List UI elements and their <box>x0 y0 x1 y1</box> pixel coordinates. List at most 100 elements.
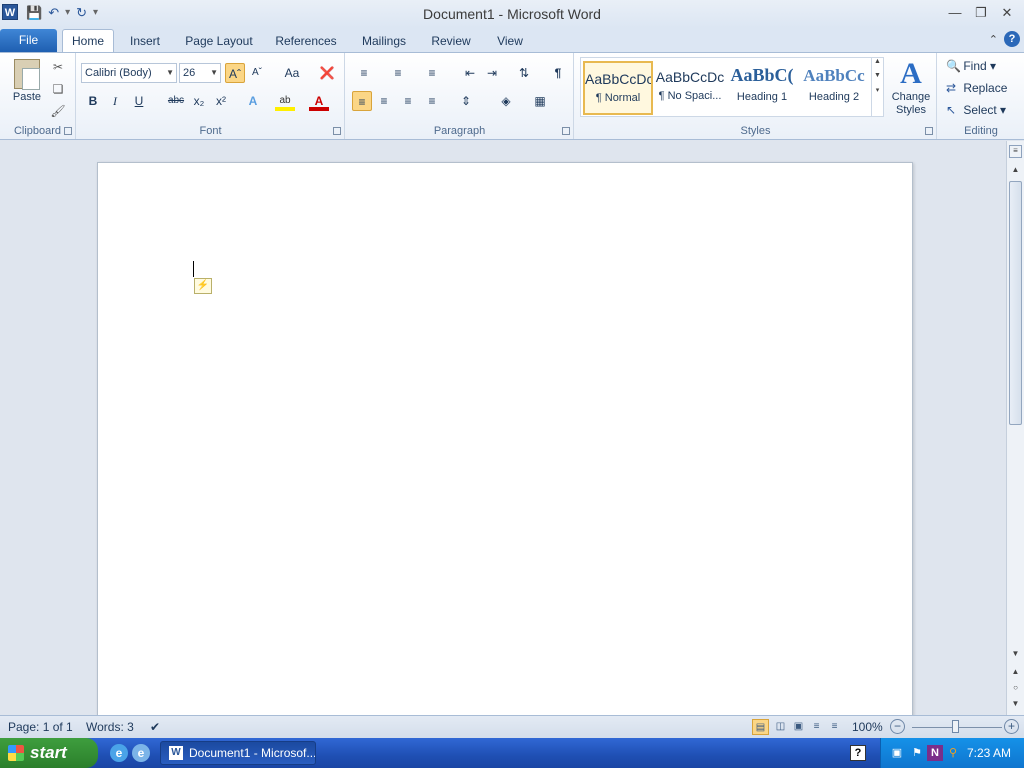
format-painter-icon[interactable]: 🖌 <box>50 103 66 119</box>
cut-icon[interactable]: ✂ <box>50 59 66 75</box>
align-right-icon[interactable]: ≡ <box>398 91 418 111</box>
document-page[interactable]: ⚡ <box>97 162 913 722</box>
underline-button[interactable]: U <box>129 91 149 111</box>
strikethrough-button[interactable]: abc <box>165 91 187 111</box>
copy-icon[interactable]: ❏ <box>50 81 66 97</box>
full-screen-reading-icon[interactable]: ◫ <box>772 719 789 735</box>
style-normal[interactable]: AaBbCcDc ¶ Normal <box>583 61 653 115</box>
help-question-icon[interactable]: ? <box>850 745 866 761</box>
line-spacing-icon[interactable]: ⇕ <box>456 91 476 111</box>
font-name-combo[interactable]: Calibri (Body) ▼ <box>81 63 177 83</box>
shading-icon[interactable]: ◈ <box>496 91 516 111</box>
security-icon[interactable]: ⚑ <box>909 745 925 761</box>
replace-button[interactable]: ⇄ Replace <box>946 81 1007 99</box>
binoculars-icon: 🔍 <box>946 59 961 73</box>
subscript-button[interactable]: x₂ <box>189 91 209 111</box>
window-title: Document1 - Microsoft Word <box>423 6 601 22</box>
change-styles-button[interactable]: A Change Styles <box>888 57 934 119</box>
tab-references[interactable]: References <box>272 32 340 52</box>
page-count[interactable]: Page: 1 of 1 <box>8 720 73 734</box>
zoom-in-icon[interactable]: + <box>1004 719 1019 734</box>
minimize-button[interactable]: — <box>944 3 966 23</box>
bold-button[interactable]: B <box>83 91 103 111</box>
tab-page-layout[interactable]: Page Layout <box>182 32 256 52</box>
tab-insert[interactable]: Insert <box>124 32 166 52</box>
zoom-level[interactable]: 100% <box>852 720 883 734</box>
styles-gallery-scroll[interactable]: ▲ ▼ ▾ <box>871 58 883 116</box>
italic-button[interactable]: I <box>105 91 125 111</box>
styles-launcher-icon[interactable] <box>925 127 933 135</box>
show-desktop-icon[interactable]: e <box>132 744 150 762</box>
vertical-scrollbar[interactable]: ≡ ▲ ▼ ▲ ○ ▼ <box>1006 141 1024 715</box>
taskbar-word-window[interactable]: W Document1 - Microsof... <box>160 741 316 765</box>
grow-font-button[interactable]: Aˆ <box>225 63 245 83</box>
style-no-spacing[interactable]: AaBbCcDc ¶ No Spaci... <box>655 61 725 115</box>
select-button[interactable]: ↖ Select ▾ <box>946 103 1006 121</box>
search-icon[interactable]: ⚲ <box>945 745 961 761</box>
scroll-up-icon[interactable]: ▲ <box>1007 165 1024 174</box>
font-color-icon[interactable]: A <box>309 91 329 111</box>
browse-object-icon[interactable]: ○ <box>1007 683 1024 692</box>
print-layout-icon[interactable]: ▤ <box>752 719 769 735</box>
view-ruler-icon[interactable]: ≡ <box>1009 145 1022 158</box>
zoom-out-icon[interactable]: − <box>890 719 905 734</box>
proofing-icon[interactable]: ✔ <box>150 720 160 734</box>
next-page-icon[interactable]: ▼ <box>1007 699 1024 708</box>
find-label: Find <box>963 59 987 73</box>
clipboard-launcher-icon[interactable] <box>64 127 72 135</box>
paste-options-icon[interactable]: ⚡ <box>194 278 212 294</box>
shrink-font-button[interactable]: Aˇ <box>247 63 267 83</box>
network-icon[interactable]: ▣ <box>889 745 905 761</box>
align-center-icon[interactable]: ≡ <box>374 91 394 111</box>
text-effects-icon[interactable]: A <box>243 91 263 111</box>
paragraph-launcher-icon[interactable] <box>562 127 570 135</box>
help-icon[interactable]: ? <box>1004 31 1020 47</box>
paste-label: Paste <box>12 91 42 103</box>
find-button[interactable]: 🔍 Find ▾ <box>946 59 996 77</box>
show-formatting-icon[interactable]: ¶ <box>548 63 568 83</box>
start-button[interactable]: start <box>0 738 98 768</box>
font-size-combo[interactable]: 26 ▼ <box>179 63 221 83</box>
borders-icon[interactable]: ▦ <box>530 91 550 111</box>
decrease-indent-icon[interactable]: ⇤ <box>460 63 480 83</box>
scroll-thumb[interactable] <box>1009 181 1022 425</box>
tab-home[interactable]: Home <box>62 29 114 53</box>
bullets-icon[interactable]: ≡ <box>354 63 374 83</box>
outline-icon[interactable]: ≡ <box>808 719 825 735</box>
cursor-icon: ↖ <box>946 103 957 117</box>
tab-review[interactable]: Review <box>428 32 474 52</box>
chevron-down-icon: ▼ <box>166 68 174 77</box>
style-heading-1[interactable]: AaBbC( Heading 1 <box>727 61 797 115</box>
tab-file[interactable]: File <box>0 29 57 52</box>
increase-indent-icon[interactable]: ⇥ <box>482 63 502 83</box>
close-button[interactable]: ✕ <box>996 3 1018 23</box>
onenote-icon[interactable]: N <box>927 745 943 761</box>
minimize-ribbon-icon[interactable]: ⌃ <box>989 33 998 46</box>
justify-icon[interactable]: ≡ <box>422 91 442 111</box>
web-layout-icon[interactable]: ▣ <box>790 719 807 735</box>
tab-view[interactable]: View <box>492 32 528 52</box>
sort-icon[interactable]: ⇅ <box>514 63 534 83</box>
clock[interactable]: 7:23 AM <box>967 746 1011 760</box>
internet-explorer-icon[interactable]: e <box>110 744 128 762</box>
previous-page-icon[interactable]: ▲ <box>1007 667 1024 676</box>
word-count[interactable]: Words: 3 <box>86 720 134 734</box>
multilevel-list-icon[interactable]: ≡ <box>422 63 442 83</box>
align-left-icon[interactable]: ≡ <box>352 91 372 111</box>
clear-formatting-icon[interactable]: ❌ <box>317 63 337 83</box>
style-heading-2[interactable]: AaBbCc Heading 2 <box>799 61 869 115</box>
scroll-down-icon[interactable]: ▼ <box>1007 649 1024 658</box>
tab-mailings[interactable]: Mailings <box>356 32 412 52</box>
select-label: Select <box>963 103 997 117</box>
draft-icon[interactable]: ≡ <box>826 719 843 735</box>
font-group: Calibri (Body) ▼ 26 ▼ Aˆ Aˇ Aa ❌ B I U a… <box>77 53 345 139</box>
zoom-slider-thumb[interactable] <box>952 720 959 733</box>
font-launcher-icon[interactable] <box>333 127 341 135</box>
restore-button[interactable]: ❐ <box>970 3 992 23</box>
numbering-icon[interactable]: ≡ <box>388 63 408 83</box>
paste-button[interactable]: Paste <box>8 57 46 115</box>
highlight-icon[interactable]: ab <box>275 91 295 111</box>
superscript-button[interactable]: x² <box>211 91 231 111</box>
document-body-text[interactable] <box>194 261 754 281</box>
change-case-button[interactable]: Aa <box>279 63 305 83</box>
